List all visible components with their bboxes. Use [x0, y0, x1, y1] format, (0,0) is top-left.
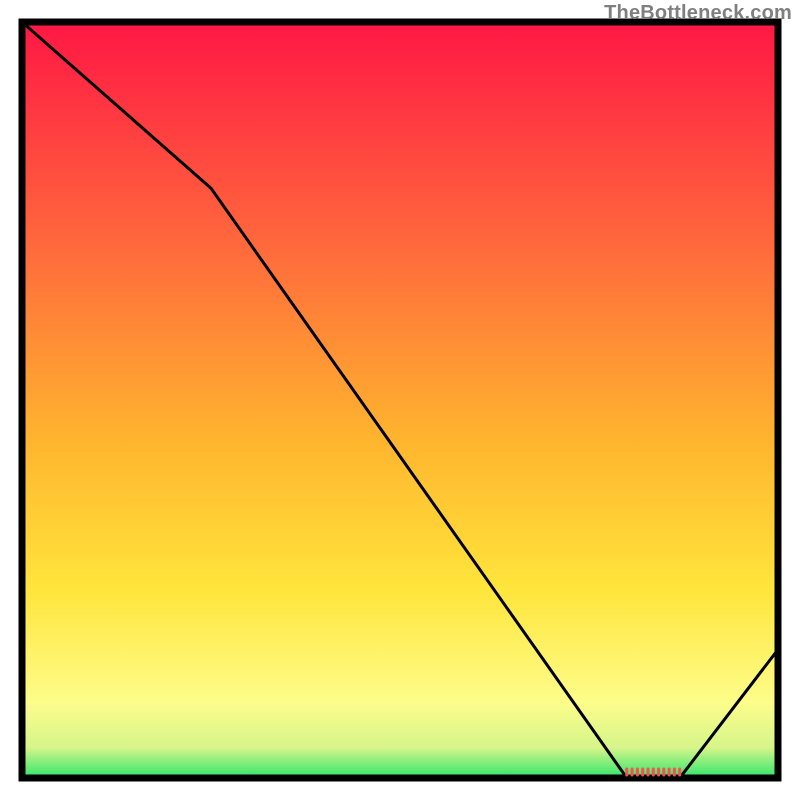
- plot-background: [22, 22, 778, 778]
- attribution-label: TheBottleneck.com: [604, 2, 792, 25]
- bottleneck-chart: [0, 0, 800, 800]
- chart-container: TheBottleneck.com: [0, 0, 800, 800]
